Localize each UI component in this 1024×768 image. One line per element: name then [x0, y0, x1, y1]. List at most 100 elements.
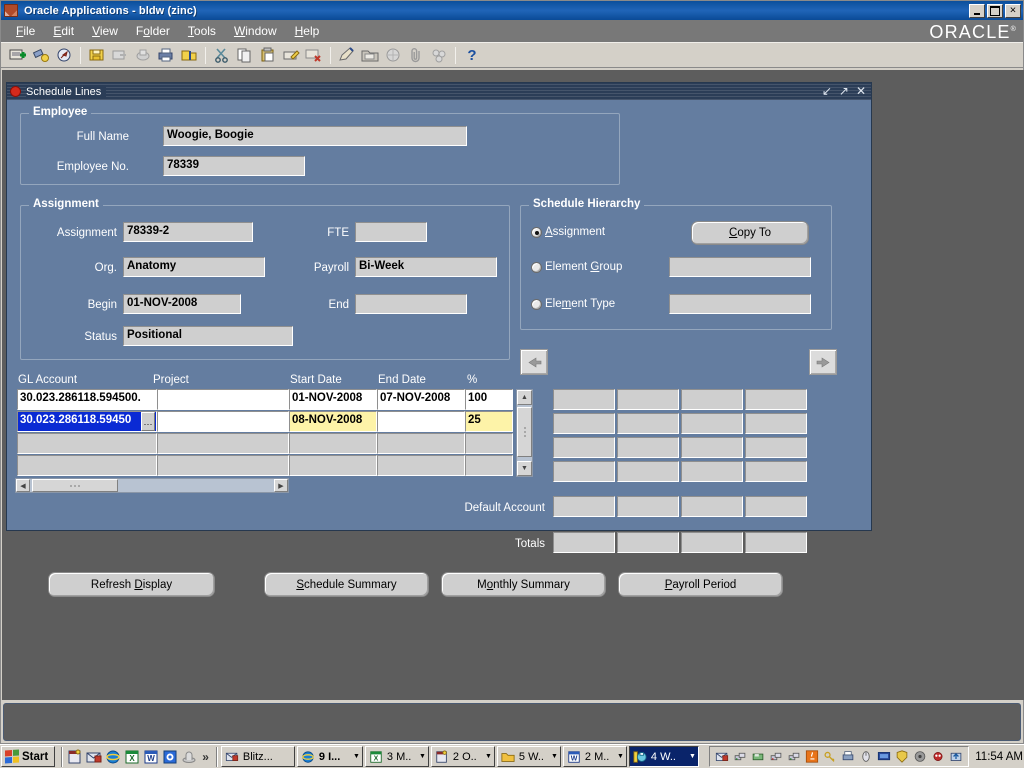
- chevron-down-icon[interactable]: ▼: [485, 753, 492, 760]
- amount-cell[interactable]: [745, 437, 807, 458]
- notes-icon[interactable]: [66, 748, 84, 766]
- menu-folder[interactable]: Folder: [127, 22, 179, 40]
- copy-to-button[interactable]: Copy To: [691, 221, 809, 245]
- project-cell[interactable]: [157, 411, 289, 432]
- amount-cell[interactable]: [617, 389, 679, 410]
- radio-element-type[interactable]: Element Type: [531, 298, 615, 310]
- default-account-cell[interactable]: [617, 496, 679, 517]
- default-account-cell[interactable]: [553, 496, 615, 517]
- grid-vertical-scrollbar[interactable]: ▲ ▼: [516, 389, 533, 477]
- percent-cell[interactable]: [465, 455, 513, 476]
- scroll-up-arrow-icon[interactable]: ▲: [517, 390, 532, 405]
- project-cell[interactable]: [157, 455, 289, 476]
- refresh-display-button[interactable]: Refresh Display: [48, 572, 215, 597]
- close-icon[interactable]: ✕: [856, 85, 866, 97]
- amount-cell[interactable]: [681, 461, 743, 482]
- shield-icon[interactable]: [894, 749, 910, 765]
- percent-cell[interactable]: 100: [465, 389, 513, 410]
- gl-account-cell[interactable]: 30.023.286118.594500.: [17, 389, 157, 410]
- clear-record-icon[interactable]: [303, 44, 325, 66]
- default-account-cell[interactable]: [681, 496, 743, 517]
- find-icon[interactable]: [30, 44, 52, 66]
- totals-cell[interactable]: [681, 532, 743, 553]
- monthly-summary-button[interactable]: Monthly Summary: [441, 572, 606, 597]
- menu-view[interactable]: View: [83, 22, 127, 40]
- project-cell[interactable]: [157, 389, 289, 410]
- employee-no-field[interactable]: 78339: [163, 156, 305, 176]
- totals-cell[interactable]: [617, 532, 679, 553]
- scroll-right-arrow-icon[interactable]: ▶: [274, 479, 288, 492]
- attachment-edit-icon[interactable]: [336, 44, 358, 66]
- gl-account-cell[interactable]: [17, 433, 157, 454]
- menu-help[interactable]: Help: [286, 22, 329, 40]
- end-date-cell[interactable]: [377, 411, 465, 432]
- mail-icon[interactable]: [85, 748, 103, 766]
- mouse-icon[interactable]: [858, 749, 874, 765]
- task-button-excel-group[interactable]: X 3 M.. ▼: [364, 746, 429, 767]
- task-button-folder-group[interactable]: 5 W.. ▼: [496, 746, 561, 767]
- word-icon[interactable]: W: [142, 748, 160, 766]
- restore-icon[interactable]: ↗: [839, 85, 849, 97]
- mail-icon[interactable]: [714, 749, 730, 765]
- previous-arrow-icon[interactable]: [520, 349, 548, 375]
- chevron-down-icon[interactable]: ▼: [617, 753, 624, 760]
- folder-tools-icon[interactable]: [359, 44, 381, 66]
- edit-field-icon[interactable]: [280, 44, 302, 66]
- task-button-oracle-group[interactable]: 4 W.. ▼: [628, 746, 699, 767]
- tools-icon[interactable]: [428, 44, 450, 66]
- overflow-chevron-icon[interactable]: »: [198, 750, 213, 764]
- maximize-button[interactable]: [987, 3, 1003, 18]
- amount-cell[interactable]: [553, 389, 615, 410]
- printer-icon[interactable]: [840, 749, 856, 765]
- amount-cell[interactable]: [553, 437, 615, 458]
- paste-icon[interactable]: [257, 44, 279, 66]
- chevron-down-icon[interactable]: ▼: [419, 753, 426, 760]
- gl-account-cell[interactable]: 30.023.286118.59450: [17, 411, 157, 432]
- antivirus-icon[interactable]: [930, 749, 946, 765]
- internet-explorer-icon[interactable]: [104, 748, 122, 766]
- amount-cell[interactable]: [617, 413, 679, 434]
- close-button[interactable]: [1005, 3, 1021, 18]
- task-button-ie-group[interactable]: 9 I... ▼: [296, 746, 363, 767]
- chevron-down-icon[interactable]: ▼: [551, 753, 558, 760]
- task-button-word-group[interactable]: W 2 M.. ▼: [562, 746, 627, 767]
- disk-icon[interactable]: [750, 749, 766, 765]
- monitor-icon[interactable]: [876, 749, 892, 765]
- percent-cell[interactable]: 25: [465, 411, 513, 432]
- status-field[interactable]: Positional: [123, 326, 293, 346]
- start-date-cell[interactable]: [289, 455, 377, 476]
- schedule-summary-button[interactable]: Schedule Summary: [264, 572, 429, 597]
- update-icon[interactable]: [948, 749, 964, 765]
- amount-cell[interactable]: [681, 437, 743, 458]
- begin-field[interactable]: 01-NOV-2008: [123, 294, 241, 314]
- task-button-blitz[interactable]: Blitz...: [220, 746, 295, 767]
- amount-cell[interactable]: [681, 389, 743, 410]
- end-date-cell[interactable]: [377, 433, 465, 454]
- end-date-cell[interactable]: 07-NOV-2008: [377, 389, 465, 410]
- amount-cell[interactable]: [745, 461, 807, 482]
- fte-field[interactable]: [355, 222, 427, 242]
- start-date-cell[interactable]: 08-NOV-2008: [289, 411, 377, 432]
- show-navigator-icon[interactable]: [53, 44, 75, 66]
- org-field[interactable]: Anatomy: [123, 257, 265, 277]
- end-date-cell[interactable]: [377, 455, 465, 476]
- key-icon[interactable]: [822, 749, 838, 765]
- menu-edit[interactable]: Edit: [44, 22, 83, 40]
- scroll-down-arrow-icon[interactable]: ▼: [517, 461, 532, 476]
- attachment-icon[interactable]: [405, 44, 427, 66]
- next-step-icon[interactable]: [109, 44, 131, 66]
- close-form-icon[interactable]: [178, 44, 200, 66]
- menu-tools[interactable]: Tools: [179, 22, 225, 40]
- totals-cell[interactable]: [553, 532, 615, 553]
- minimize-icon[interactable]: ↙: [822, 85, 832, 97]
- grid-horizontal-scrollbar[interactable]: ◀ ▶: [15, 478, 289, 493]
- start-date-cell[interactable]: 01-NOV-2008: [289, 389, 377, 410]
- chevron-down-icon[interactable]: ▼: [689, 753, 696, 760]
- default-account-cell[interactable]: [745, 496, 807, 517]
- volume-icon[interactable]: [912, 749, 928, 765]
- network-icon[interactable]: [732, 749, 748, 765]
- outlook-icon[interactable]: [161, 748, 179, 766]
- assignment-field[interactable]: 78339-2: [123, 222, 253, 242]
- end-field[interactable]: [355, 294, 467, 314]
- excel-icon[interactable]: X: [123, 748, 141, 766]
